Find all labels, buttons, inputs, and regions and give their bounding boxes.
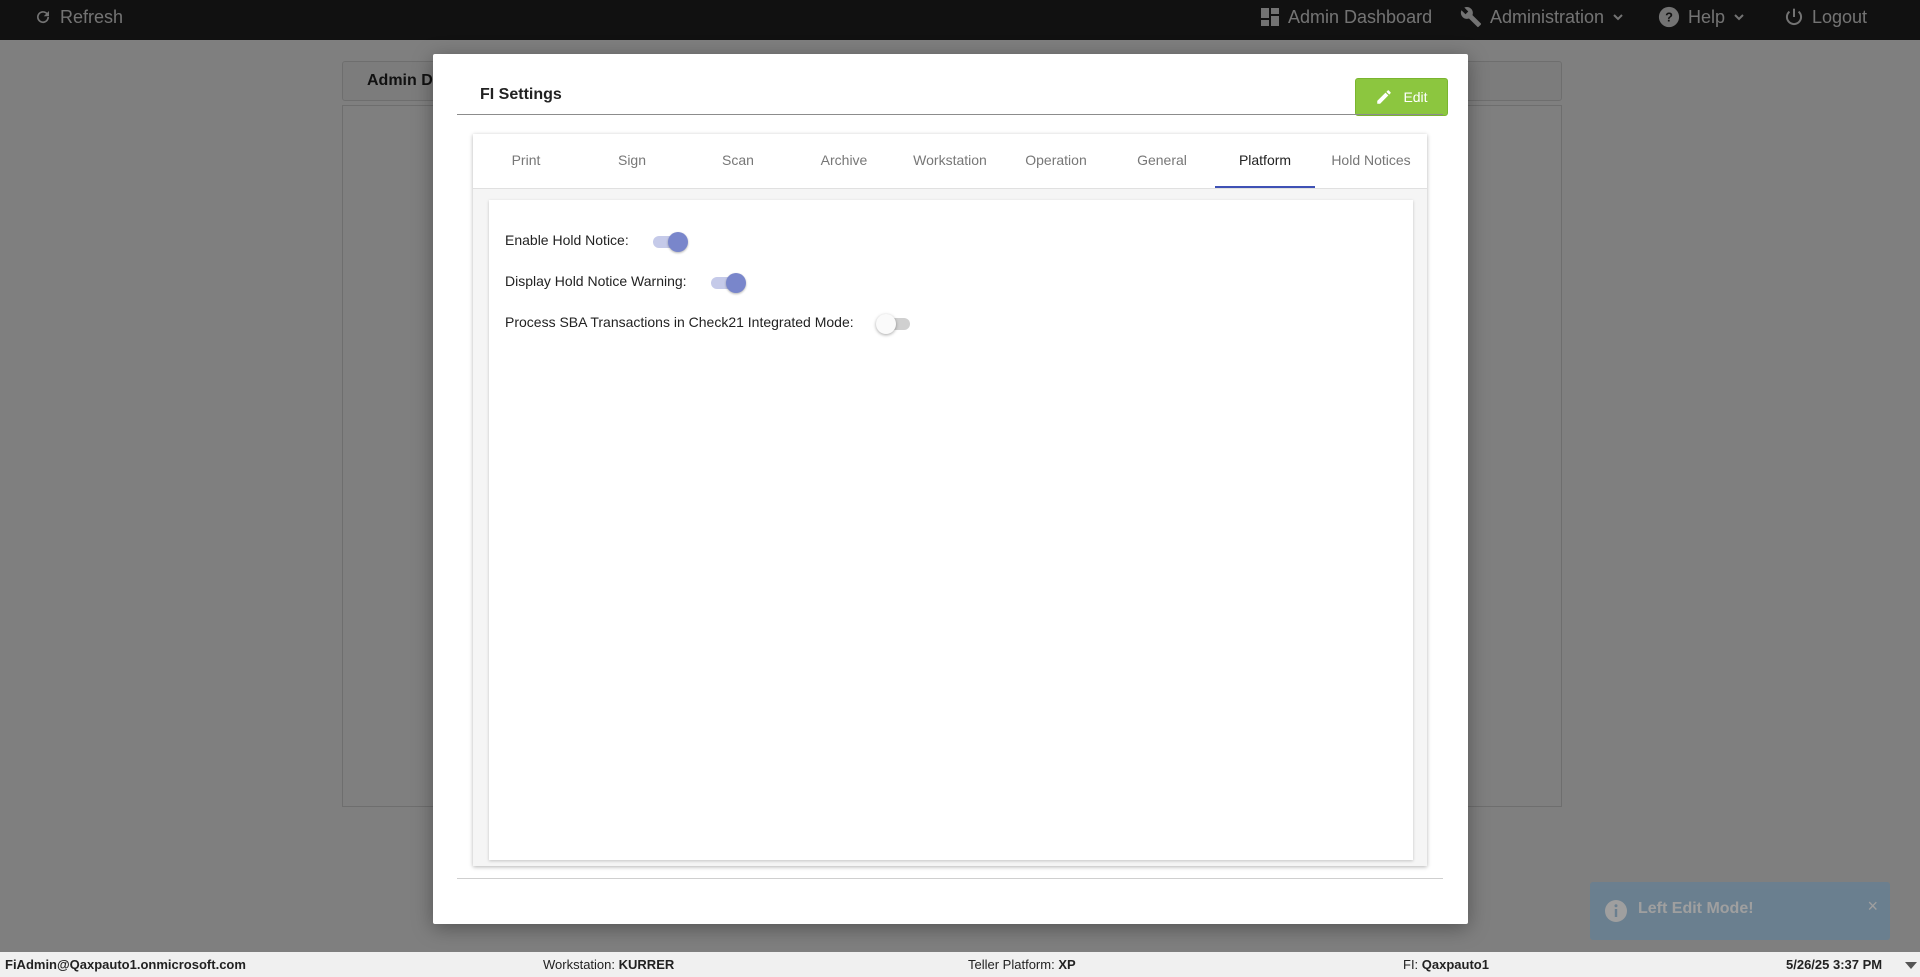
status-bar: FiAdmin@Qaxpauto1.onmicrosoft.com Workst… — [0, 952, 1920, 977]
status-user-value: FiAdmin@Qaxpauto1.onmicrosoft.com — [5, 957, 246, 972]
setting-label: Display Hold Notice Warning: — [505, 273, 687, 289]
tab-print[interactable]: Print — [473, 134, 579, 188]
status-teller-value: XP — [1058, 957, 1076, 972]
modal-footer-divider — [457, 878, 1443, 879]
tab-archive[interactable]: Archive — [791, 134, 897, 188]
toast-message: Left Edit Mode! — [1638, 900, 1754, 917]
modal-header-divider — [457, 114, 1443, 115]
setting-label: Process SBA Transactions in Check21 Inte… — [505, 314, 854, 330]
scroll-down-arrow[interactable] — [1905, 962, 1917, 969]
toast-notification: Left Edit Mode! × — [1590, 882, 1890, 940]
display-hold-notice-warning-toggle[interactable] — [709, 271, 746, 293]
tab-operation[interactable]: Operation — [1003, 134, 1109, 188]
toggle-thumb — [875, 314, 896, 334]
status-teller-label: Teller Platform: — [968, 957, 1055, 972]
status-teller-platform: Teller Platform: XP — [968, 957, 1076, 972]
setting-process-sba-transactions: Process SBA Transactions in Check21 Inte… — [505, 312, 912, 334]
status-workstation: Workstation: KURRER — [543, 957, 674, 972]
modal-title: FI Settings — [480, 86, 562, 103]
settings-tab-bar: Print Sign Scan Archive Workstation Oper… — [473, 134, 1427, 189]
process-sba-transactions-toggle[interactable] — [875, 312, 912, 334]
toast-close-icon[interactable]: × — [1867, 896, 1878, 917]
status-fi: FI: Qaxpauto1 — [1403, 957, 1489, 972]
tab-scan[interactable]: Scan — [685, 134, 791, 188]
tab-hold-notices[interactable]: Hold Notices — [1315, 134, 1427, 188]
setting-label: Enable Hold Notice: — [505, 232, 629, 248]
tab-sign[interactable]: Sign — [579, 134, 685, 188]
pencil-icon — [1377, 90, 1392, 104]
toggle-thumb — [725, 273, 746, 293]
fi-settings-modal: FI Settings Edit Print Sign Scan Archive… — [433, 54, 1468, 924]
status-fi-label: FI: — [1403, 957, 1419, 972]
status-datetime: 5/26/25 3:37 PM — [1786, 957, 1882, 972]
edit-label: Edit — [1403, 89, 1428, 105]
edit-button[interactable]: Edit — [1355, 78, 1448, 116]
toggle-thumb — [667, 232, 688, 252]
status-user: FiAdmin@Qaxpauto1.onmicrosoft.com — [5, 957, 246, 972]
status-workstation-value: KURRER — [618, 957, 675, 972]
tab-general[interactable]: General — [1109, 134, 1215, 188]
tab-platform[interactable]: Platform — [1215, 134, 1315, 188]
enable-hold-notice-toggle[interactable] — [651, 230, 688, 252]
tab-workstation[interactable]: Workstation — [897, 134, 1003, 188]
platform-settings-card: Enable Hold Notice: Display Hold Notice … — [489, 200, 1413, 860]
status-datetime-value: 5/26/25 3:37 PM — [1786, 957, 1883, 972]
status-fi-value: Qaxpauto1 — [1421, 957, 1489, 972]
setting-display-hold-notice-warning: Display Hold Notice Warning: — [505, 271, 746, 293]
settings-tabs-panel: Print Sign Scan Archive Workstation Oper… — [473, 134, 1427, 866]
status-workstation-label: Workstation: — [543, 957, 616, 972]
setting-enable-hold-notice: Enable Hold Notice: — [505, 230, 688, 252]
info-icon — [1605, 900, 1627, 922]
